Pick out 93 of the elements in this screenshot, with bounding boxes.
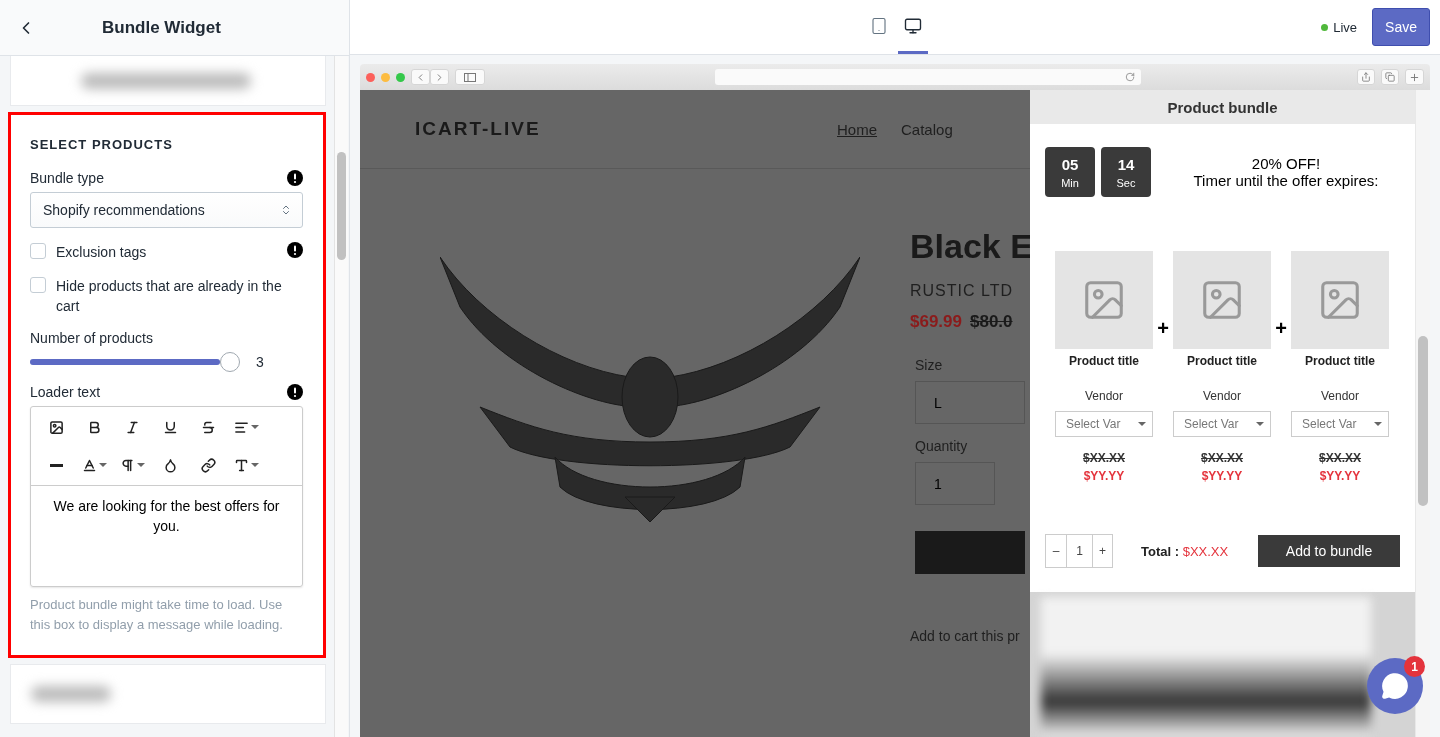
- sale-price: $69.99: [910, 312, 962, 332]
- slider-value: 3: [256, 354, 264, 370]
- pilcrow-icon: [119, 457, 135, 473]
- close-dot[interactable]: [366, 72, 375, 82]
- sale-price: $YY.YY: [1319, 469, 1361, 483]
- compare-price: $XX.XX: [1319, 451, 1361, 465]
- store-logo[interactable]: ICART-LIVE: [415, 118, 541, 140]
- rich-text-editor[interactable]: We are looking for the best offers for you.: [30, 406, 303, 587]
- text-size-icon: [233, 457, 249, 473]
- variant-select[interactable]: Select Var: [1055, 411, 1153, 437]
- bundle-note: Add to cart this pr: [910, 628, 1021, 644]
- checkbox-label: Exclusion tags: [56, 243, 148, 262]
- quantity-field[interactable]: 1: [915, 462, 995, 505]
- bundle-product-title: Product title: [1069, 354, 1139, 368]
- field-label: Size: [915, 357, 944, 373]
- caret-icon: [250, 463, 259, 467]
- caret-icon: [1374, 422, 1382, 426]
- bundle-product-vendor: Vendor: [1320, 389, 1359, 403]
- add-to-bundle-button[interactable]: Add to bundle: [1258, 535, 1400, 567]
- timer-value: 14: [1117, 155, 1135, 173]
- panel-title: Bundle Widget: [102, 17, 221, 38]
- plus-icon: [1409, 71, 1420, 83]
- checkbox[interactable]: [30, 277, 46, 293]
- caret-icon: [1138, 422, 1146, 426]
- product-vendor: RUSTIC LTD: [910, 282, 1015, 300]
- timer-value: 05: [1061, 155, 1079, 173]
- variant-select[interactable]: Select Var: [1291, 411, 1389, 437]
- compare-price: $80.0: [970, 312, 1013, 332]
- tablet-icon: [870, 16, 888, 35]
- caret-icon: [1256, 422, 1264, 426]
- share-icon: [1361, 72, 1371, 82]
- compare-price: $XX.XX: [1083, 451, 1125, 465]
- minimize-dot[interactable]: [381, 72, 390, 82]
- bundle-product-vendor: Vendor: [1084, 389, 1123, 403]
- save-button[interactable]: Save: [1372, 8, 1430, 46]
- share-button[interactable]: [1357, 69, 1375, 85]
- bundle-total: Total : $XX.XX: [1141, 543, 1229, 559]
- strikethrough-icon: [200, 419, 216, 435]
- tabs-icon: [1385, 72, 1395, 82]
- image-icon: [48, 419, 64, 435]
- bundle-type-select[interactable]: Shopify recommendations: [30, 192, 303, 228]
- sale-price: $YY.YY: [1083, 469, 1125, 483]
- underline-icon: [162, 419, 178, 435]
- plus-sign: +: [1156, 317, 1170, 340]
- offer-text: Timer until the offer expires:: [1193, 172, 1379, 189]
- offer-headline: 20% OFF!: [1251, 155, 1321, 172]
- sidebar-icon: [464, 72, 476, 82]
- bundle-product-title: Product title: [1187, 354, 1257, 368]
- link-icon: [200, 457, 216, 473]
- tabs-button[interactable]: [1381, 69, 1399, 85]
- plus-sign: +: [1274, 317, 1288, 340]
- caret-icon: [98, 463, 107, 467]
- maximize-dot[interactable]: [396, 72, 405, 82]
- help-text: Product bundle might take time to load. Use this box to display a message while loading.: [30, 596, 284, 634]
- droplet-icon: [162, 457, 178, 473]
- bundle-title: Product bundle: [1030, 90, 1415, 124]
- info-icon[interactable]: [287, 170, 303, 186]
- bundle-product-vendor: Vendor: [1202, 389, 1241, 403]
- nav-link[interactable]: Home: [837, 120, 877, 138]
- field-label: Bundle type: [30, 170, 104, 186]
- checkbox[interactable]: [30, 243, 46, 259]
- compare-price: $XX.XX: [1201, 451, 1243, 465]
- caret-icon: [250, 425, 259, 429]
- sale-price: $YY.YY: [1201, 469, 1243, 483]
- section-heading: SELECT PRODUCTS: [30, 137, 174, 152]
- new-tab-button[interactable]: [1405, 69, 1424, 85]
- field-label: Loader text: [30, 384, 101, 400]
- checkbox-label: Hide products that are already in the cart: [56, 277, 283, 316]
- caret-icon: [136, 463, 145, 467]
- info-icon[interactable]: [287, 242, 303, 258]
- status-label: Live: [1333, 19, 1358, 35]
- align-left-icon: [233, 419, 249, 435]
- field-label: Number of products: [30, 330, 154, 346]
- info-icon[interactable]: [287, 384, 303, 400]
- size-select[interactable]: L: [915, 381, 1025, 424]
- select-arrows-icon: [280, 204, 292, 216]
- desktop-icon: [904, 16, 922, 35]
- field-label: Quantity: [915, 438, 969, 454]
- slider-thumb[interactable]: [220, 352, 240, 372]
- chat-icon: [1381, 672, 1409, 700]
- sidebar-button[interactable]: [455, 69, 485, 85]
- product-title: Black E: [910, 227, 1030, 266]
- italic-icon: [124, 419, 140, 435]
- status-dot: [1321, 23, 1329, 31]
- scrollbar[interactable]: [334, 56, 348, 737]
- font-color-icon: [81, 457, 97, 473]
- timer-unit: Min: [1061, 176, 1079, 189]
- variant-select[interactable]: Select Var: [1173, 411, 1271, 437]
- timer-unit: Sec: [1116, 176, 1136, 189]
- nav-link[interactable]: Catalog: [901, 120, 953, 138]
- reload-icon: [1125, 72, 1135, 82]
- editor-text: We are looking for the best offers for you.: [53, 498, 280, 534]
- bundle-product-title: Product title: [1305, 354, 1375, 368]
